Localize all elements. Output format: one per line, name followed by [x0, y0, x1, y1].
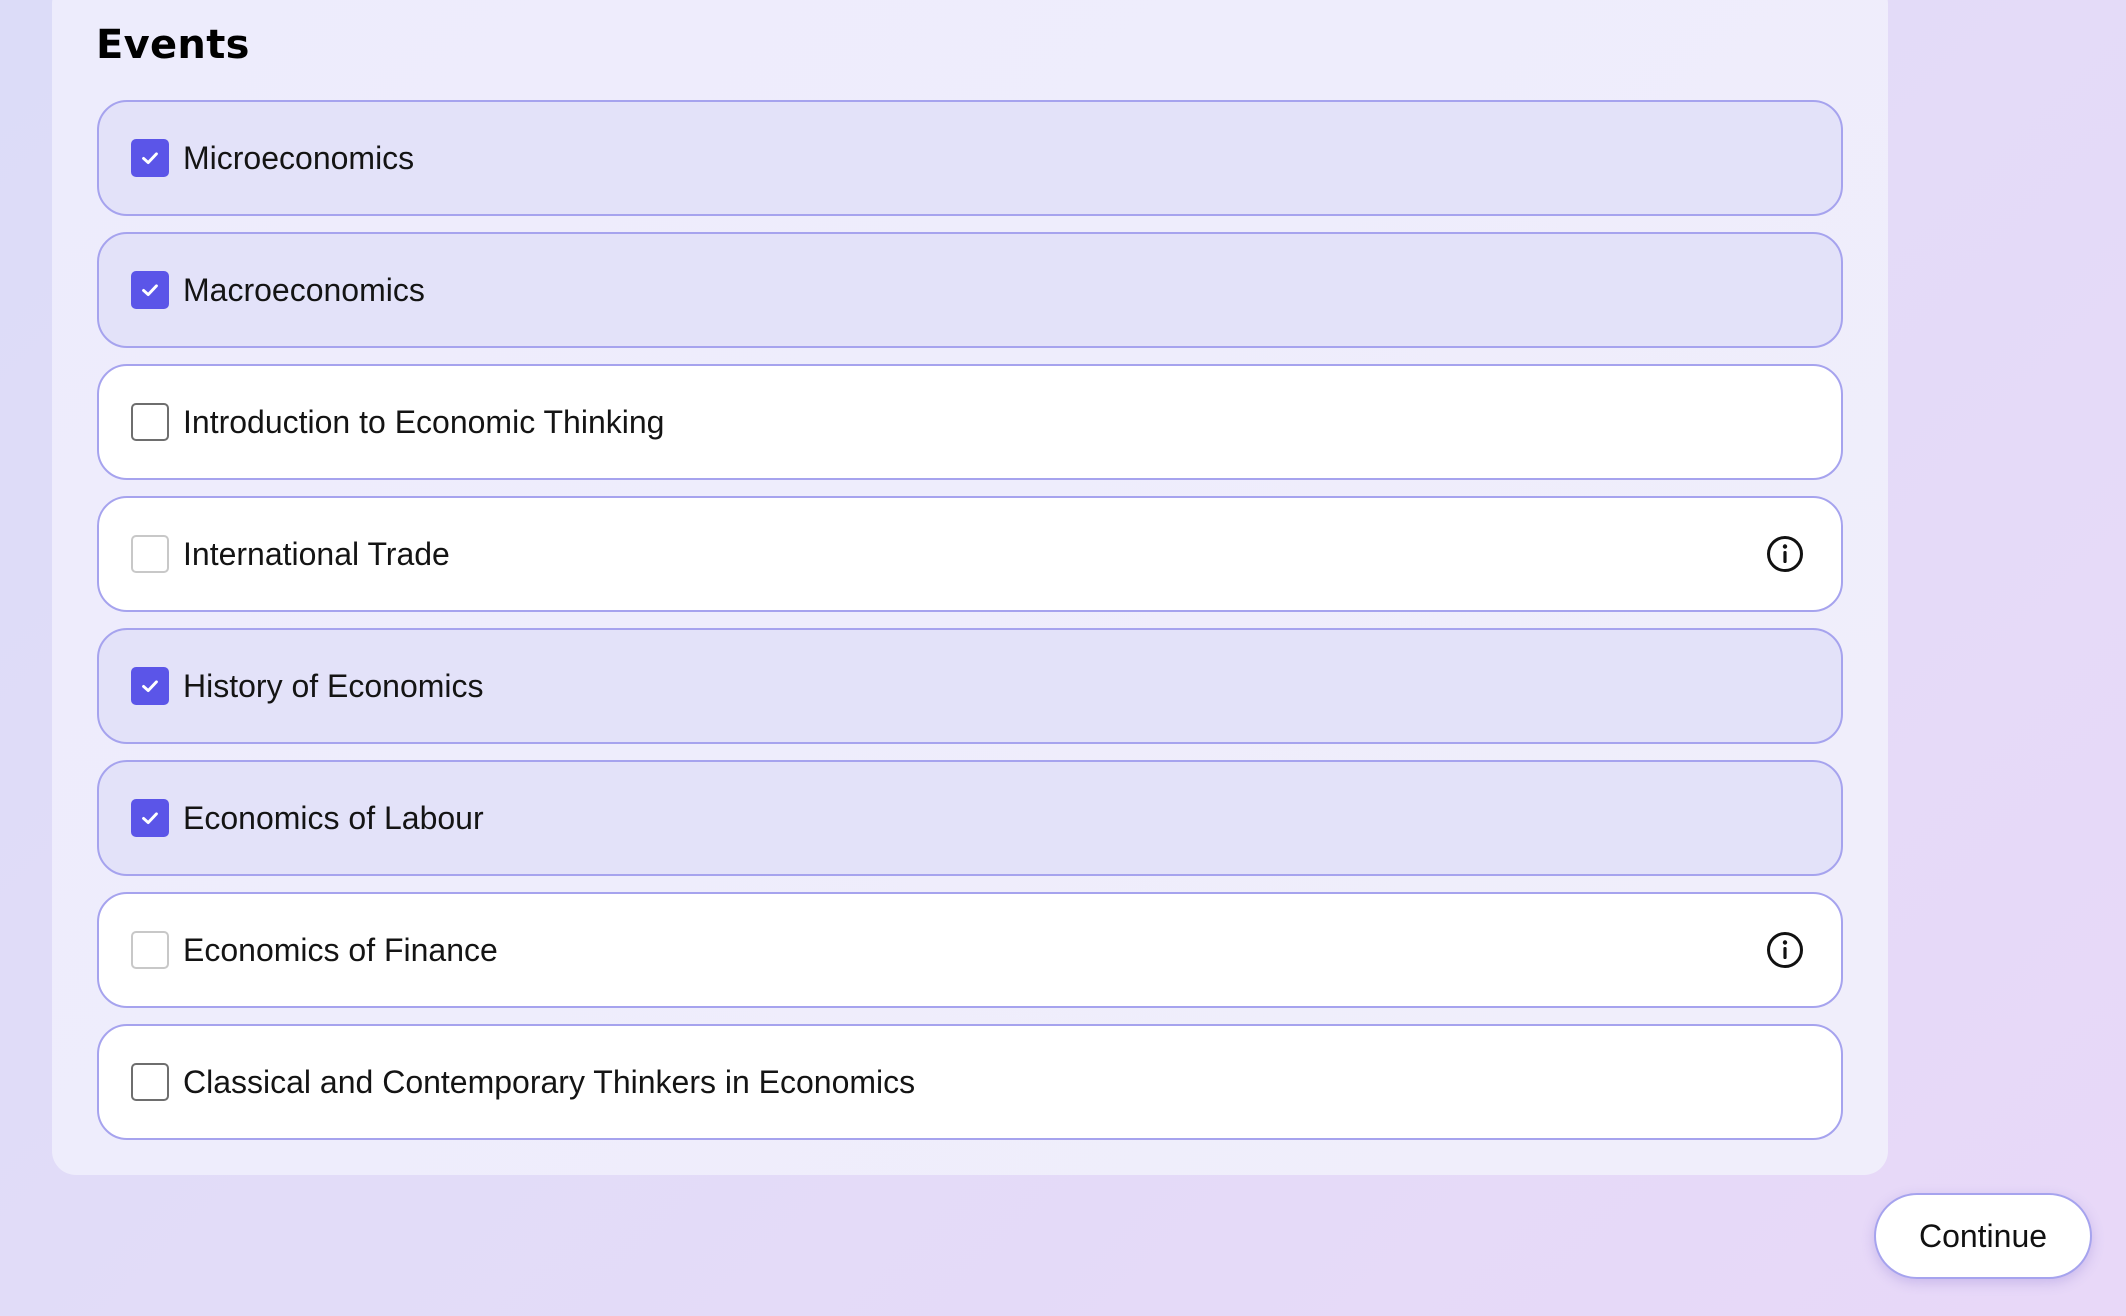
event-item-international-trade[interactable]: International Trade — [97, 496, 1843, 612]
checkbox-checked[interactable] — [131, 271, 169, 309]
event-label: Macroeconomics — [183, 271, 425, 308]
info-icon[interactable] — [1765, 930, 1805, 970]
event-item-economics-of-labour[interactable]: Economics of Labour — [97, 760, 1843, 876]
checkbox-unchecked[interactable] — [131, 931, 169, 969]
event-item-microeconomics[interactable]: Microeconomics — [97, 100, 1843, 216]
checkbox-checked[interactable] — [131, 139, 169, 177]
checkbox-checked[interactable] — [131, 667, 169, 705]
info-icon[interactable] — [1765, 534, 1805, 574]
check-icon — [142, 812, 158, 825]
event-item-economics-of-finance[interactable]: Economics of Finance — [97, 892, 1843, 1008]
event-label: Classical and Contemporary Thinkers in E… — [183, 1063, 916, 1100]
checkbox-unchecked[interactable] — [131, 535, 169, 573]
section-title: Events — [96, 22, 250, 68]
checkbox-checked[interactable] — [131, 799, 169, 837]
event-list: Microeconomics Macroeconomics Introducti… — [97, 100, 1843, 1156]
event-item-macroeconomics[interactable]: Macroeconomics — [97, 232, 1843, 348]
event-label: Economics of Labour — [183, 799, 484, 836]
event-item-introduction-to-economic-thinking[interactable]: Introduction to Economic Thinking — [97, 364, 1843, 480]
continue-button[interactable]: Continue — [1874, 1193, 2092, 1279]
check-icon — [142, 152, 158, 165]
event-label: International Trade — [183, 535, 450, 572]
event-item-classical-and-contemporary-thinkers[interactable]: Classical and Contemporary Thinkers in E… — [97, 1024, 1843, 1140]
check-icon — [142, 680, 158, 693]
event-label: Microeconomics — [183, 139, 415, 176]
event-label: History of Economics — [183, 667, 484, 704]
event-label: Economics of Finance — [183, 931, 498, 968]
event-item-history-of-economics[interactable]: History of Economics — [97, 628, 1843, 744]
check-icon — [142, 284, 158, 297]
checkbox-unchecked[interactable] — [131, 1063, 169, 1101]
checkbox-unchecked[interactable] — [131, 403, 169, 441]
event-label: Introduction to Economic Thinking — [183, 403, 665, 440]
